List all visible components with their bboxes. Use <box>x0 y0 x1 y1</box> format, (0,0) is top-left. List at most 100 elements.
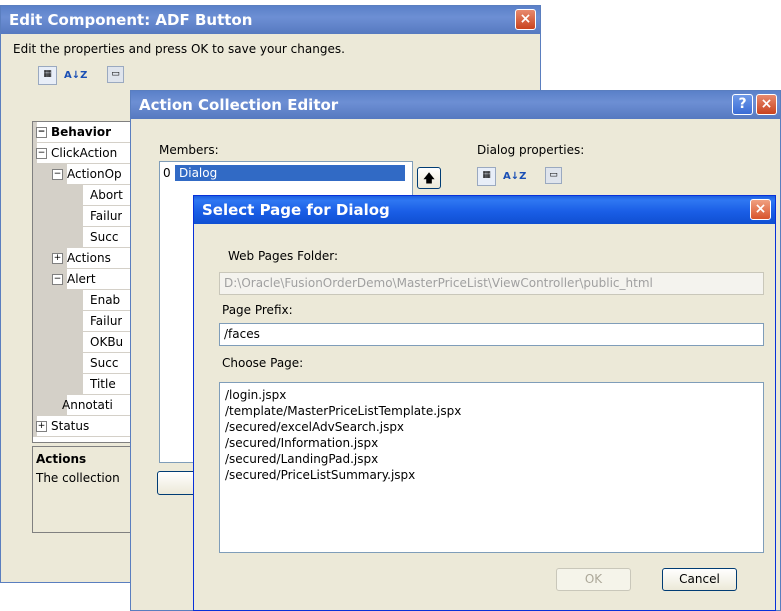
grid-row-label: − ClickAction <box>36 143 117 164</box>
grid-row-label: Enab <box>90 290 120 311</box>
grid-row-label: − ActionOp <box>52 164 122 185</box>
web-pages-folder-field: D:\Oracle\FusionOrderDemo\MasterPriceLis… <box>219 272 764 295</box>
web-pages-folder-label: Web Pages Folder: <box>228 249 339 263</box>
grid-row[interactable]: − Alert <box>33 269 143 290</box>
grid-row-text: ClickAction <box>51 146 118 160</box>
select-page-title: Select Page for Dialog <box>202 201 390 219</box>
grid-row-label: Title <box>90 374 116 395</box>
grid-row-text: Actions <box>67 251 111 265</box>
property-pages-icon[interactable]: ▭ <box>107 66 124 83</box>
grid-row[interactable]: Succ <box>33 353 143 374</box>
grid-row[interactable]: Failur <box>33 311 143 332</box>
property-grid[interactable]: − Behavior − ClickAction − ActionOp Abort Failu… <box>32 121 144 443</box>
grid-row-text: OKBu <box>90 335 124 349</box>
edit-component-titlebar[interactable]: Edit Component: ADF Button × <box>1 6 540 34</box>
grid-row-text: Annotati <box>62 398 113 412</box>
grid-gutter <box>33 374 83 395</box>
description-text: The collection <box>36 471 120 485</box>
grid-row-text: Title <box>90 377 116 391</box>
help-icon[interactable]: ? <box>732 94 753 115</box>
grid-row[interactable]: Annotati <box>33 395 143 416</box>
grid-row-label: Abort <box>90 185 123 206</box>
grid-row-label: + Actions <box>52 248 111 269</box>
grid-row[interactable]: Enab <box>33 290 143 311</box>
categorized-view-icon[interactable]: ▦ <box>477 167 496 186</box>
grid-row-text: Status <box>51 419 90 433</box>
cancel-button[interactable]: Cancel <box>662 568 737 591</box>
dialog-properties-label: Dialog properties: <box>477 143 585 157</box>
list-item[interactable]: /secured/PriceListSummary.jspx <box>225 467 763 483</box>
expand-icon[interactable]: + <box>36 421 47 432</box>
sort-alphabetical-icon[interactable]: A↓Z <box>63 66 87 85</box>
grid-row[interactable]: Succ <box>33 227 143 248</box>
expand-icon[interactable]: + <box>52 253 63 264</box>
list-item[interactable]: /login.jspx <box>225 387 763 403</box>
grid-row[interactable]: Title <box>33 374 143 395</box>
grid-row-text: Failur <box>90 209 123 223</box>
edit-instruction: Edit the properties and press OK to save… <box>13 42 345 56</box>
page-prefix-input[interactable]: /faces <box>219 323 764 346</box>
grid-row-text: Behavior <box>51 125 112 139</box>
list-item[interactable]: /secured/LandingPad.jspx <box>225 451 763 467</box>
list-item[interactable]: /secured/Information.jspx <box>225 435 763 451</box>
categorized-view-icon[interactable]: ▦ <box>38 66 57 85</box>
grid-gutter <box>33 227 83 248</box>
grid-row-label: − Behavior <box>36 122 111 143</box>
grid-row-text: Enab <box>90 293 121 307</box>
grid-row-text: Failur <box>90 314 123 328</box>
grid-row[interactable]: + Actions <box>33 248 143 269</box>
grid-row-label: Annotati <box>62 395 113 416</box>
grid-row-label: Succ <box>90 227 118 248</box>
collapse-icon[interactable]: − <box>52 169 63 180</box>
grid-row-label: Failur <box>90 206 122 227</box>
close-icon[interactable]: × <box>756 94 777 115</box>
description-title: Actions <box>36 452 87 466</box>
grid-row-text: ActionOp <box>67 167 122 181</box>
grid-row[interactable]: − ClickAction <box>33 143 143 164</box>
up-arrow-icon: 🡅 <box>422 171 436 185</box>
collapse-icon[interactable]: − <box>36 148 47 159</box>
grid-gutter <box>33 311 83 332</box>
grid-row[interactable]: − Behavior <box>33 122 143 143</box>
grid-row-label: Succ <box>90 353 118 374</box>
action-editor-titlebar[interactable]: Action Collection Editor ? × <box>131 91 780 119</box>
list-item[interactable]: /template/MasterPriceListTemplate.jspx <box>225 403 763 419</box>
grid-row-text: Succ <box>90 230 119 244</box>
ok-button[interactable]: OK <box>556 568 631 591</box>
close-icon[interactable]: × <box>750 199 771 220</box>
choose-page-label: Choose Page: <box>222 356 304 370</box>
grid-row[interactable]: Abort <box>33 185 143 206</box>
grid-row-label: OKBu <box>90 332 123 353</box>
grid-row[interactable]: + Status <box>33 416 143 437</box>
grid-gutter <box>33 185 83 206</box>
grid-row-text: Abort <box>90 188 123 202</box>
member-index: 0 <box>163 166 171 180</box>
list-item[interactable]: 0 Dialog <box>161 165 407 181</box>
list-item[interactable]: /secured/excelAdvSearch.jspx <box>225 419 763 435</box>
select-page-titlebar[interactable]: Select Page for Dialog × <box>194 196 775 224</box>
grid-row-label: Failur <box>90 311 122 332</box>
grid-row[interactable]: Failur <box>33 206 143 227</box>
sort-alphabetical-icon[interactable]: A↓Z <box>502 167 526 186</box>
collapse-icon[interactable]: − <box>52 274 63 285</box>
property-pages-icon[interactable]: ▭ <box>545 167 562 184</box>
grid-row[interactable]: − ActionOp <box>33 164 143 185</box>
description-pane: Actions The collection <box>32 446 144 533</box>
grid-gutter <box>33 353 83 374</box>
members-label: Members: <box>159 143 219 157</box>
action-editor-title: Action Collection Editor <box>139 96 339 114</box>
move-up-button[interactable]: 🡅 <box>417 167 441 189</box>
grid-row-label: + Status <box>36 416 89 437</box>
choose-page-list[interactable]: /login.jspx/template/MasterPriceListTemp… <box>219 382 764 553</box>
close-icon[interactable]: × <box>515 9 536 30</box>
grid-gutter <box>33 206 83 227</box>
grid-row-label: − Alert <box>52 269 96 290</box>
collapse-icon[interactable]: − <box>36 127 47 138</box>
page-prefix-label: Page Prefix: <box>222 303 293 317</box>
grid-row-text: Alert <box>67 272 96 286</box>
grid-row-text: Succ <box>90 356 119 370</box>
grid-row[interactable]: OKBu <box>33 332 143 353</box>
select-page-dialog: Select Page for Dialog × Web Pages Folde… <box>193 195 776 611</box>
member-name: Dialog <box>175 165 405 181</box>
edit-component-title: Edit Component: ADF Button <box>9 11 253 29</box>
